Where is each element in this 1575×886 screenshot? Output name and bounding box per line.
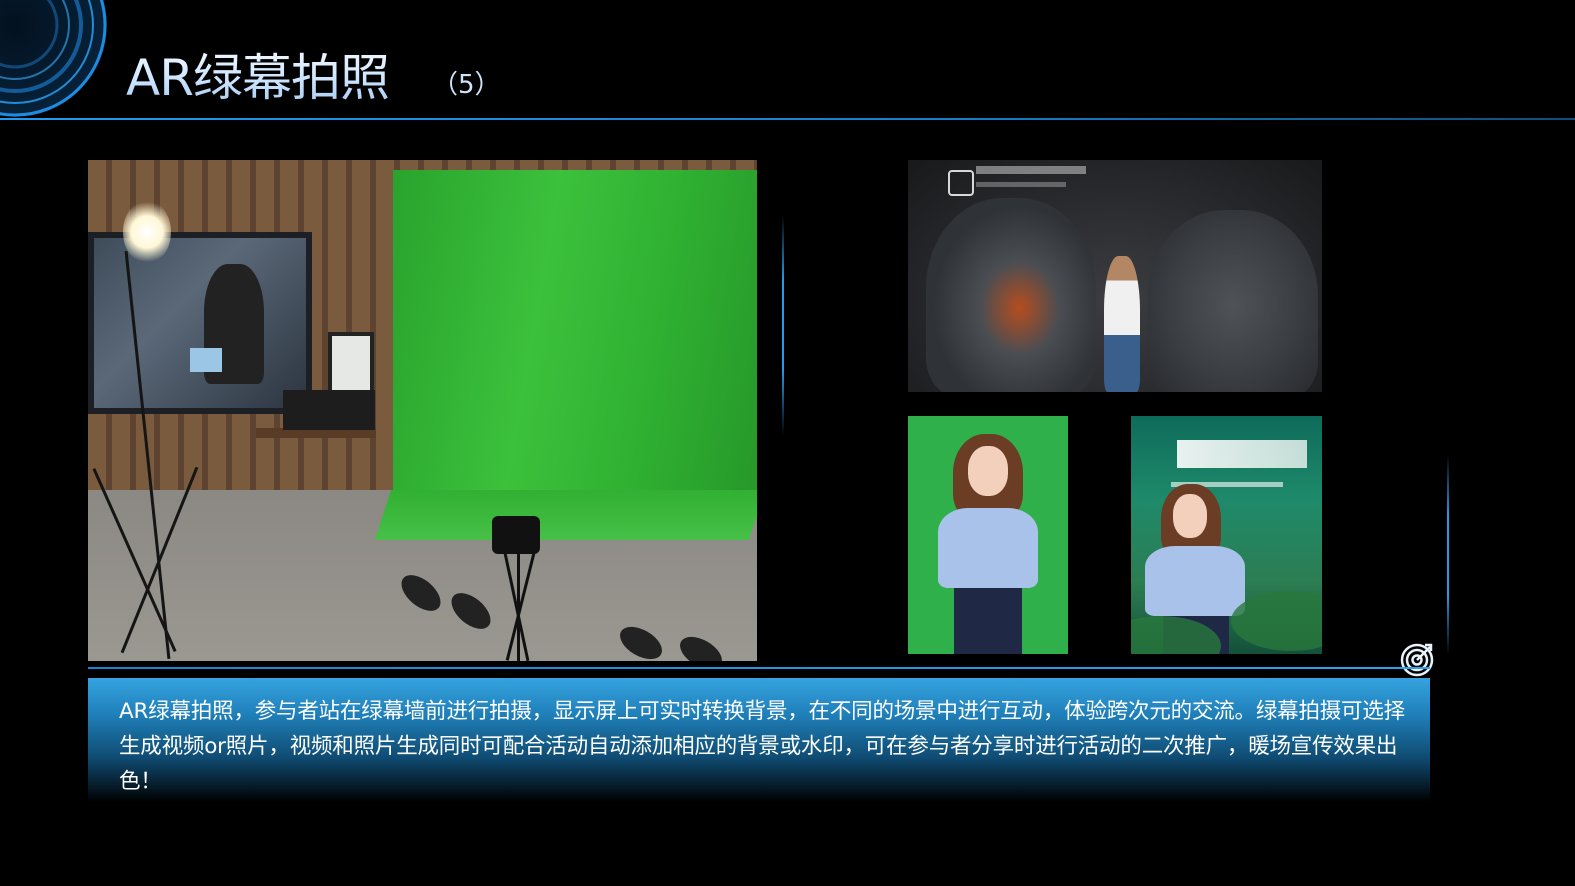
header-divider bbox=[0, 118, 1575, 120]
description-panel: AR绿幕拍照，参与者站在绿幕墙前进行拍摄，显示屏上可实时转换背景，在不同的场景中… bbox=[88, 678, 1430, 802]
composited-poster-photo bbox=[1131, 416, 1322, 654]
target-icon bbox=[1400, 643, 1434, 677]
divider-line-left bbox=[782, 215, 784, 435]
divider-line-right bbox=[1447, 455, 1449, 655]
concentric-rings-icon bbox=[0, 0, 107, 117]
page-title: AR绿幕拍照 bbox=[126, 38, 390, 110]
studio-setup-photo bbox=[88, 160, 757, 661]
description-text: AR绿幕拍照，参与者站在绿幕墙前进行拍摄，显示屏上可实时转换背景，在不同的场景中… bbox=[119, 699, 1405, 794]
page-title-suffix: （5） bbox=[432, 70, 501, 100]
kaiju-composite-photo bbox=[908, 160, 1322, 392]
slide: AR绿幕拍照 （5） AR绿幕拍照，参与者站在绿幕墙前进行拍摄，显示屏上可实时转… bbox=[0, 0, 1575, 886]
description-divider bbox=[88, 667, 1430, 669]
green-screen-portrait-photo bbox=[908, 416, 1068, 654]
